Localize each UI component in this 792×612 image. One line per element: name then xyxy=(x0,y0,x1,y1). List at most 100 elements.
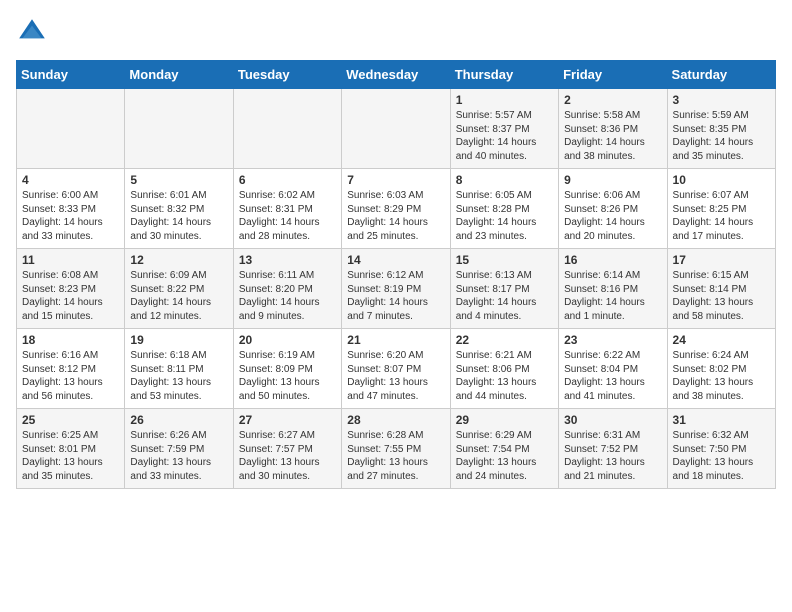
calendar-cell: 28 Sunrise: 6:28 AM Sunset: 7:55 PM Dayli… xyxy=(342,409,450,489)
calendar-cell xyxy=(233,89,341,169)
weekday-header-row: SundayMondayTuesdayWednesdayThursdayFrid… xyxy=(17,61,776,89)
calendar-cell: 1 Sunrise: 5:57 AM Sunset: 8:37 PM Daylig… xyxy=(450,89,558,169)
calendar-cell: 10 Sunrise: 6:07 AM Sunset: 8:25 PM Dayli… xyxy=(667,169,775,249)
cell-info-text: Sunrise: 6:28 AM Sunset: 7:55 PM Dayligh… xyxy=(347,429,444,483)
cell-info-text: Sunrise: 6:06 AM Sunset: 8:26 PM Dayligh… xyxy=(564,189,661,243)
calendar-cell: 7Sunrise: 6:03 AM Sunset: 8:29 PM Daylig… xyxy=(342,169,450,249)
calendar-cell: 30 Sunrise: 6:31 AM Sunset: 7:52 PM Dayli… xyxy=(559,409,667,489)
day-number: 13 xyxy=(239,253,336,267)
day-number: 28 xyxy=(347,413,444,427)
weekday-header-tuesday: Tuesday xyxy=(233,61,341,89)
cell-info-text: Sunrise: 6:09 AM Sunset: 8:22 PM Dayligh… xyxy=(130,269,227,323)
cell-info-text: Sunrise: 6:24 AM Sunset: 8:02 PM Dayligh… xyxy=(673,349,770,403)
calendar-cell: 24 Sunrise: 6:24 AM Sunset: 8:02 PM Dayli… xyxy=(667,329,775,409)
weekday-header-saturday: Saturday xyxy=(667,61,775,89)
day-number: 30 xyxy=(564,413,661,427)
calendar-cell: 14 Sunrise: 6:12 AM Sunset: 8:19 PM Dayli… xyxy=(342,249,450,329)
day-number: 6 xyxy=(239,173,336,187)
cell-info-text: Sunrise: 6:14 AM Sunset: 8:16 PM Dayligh… xyxy=(564,269,661,323)
logo-icon xyxy=(16,16,48,48)
calendar-cell: 15 Sunrise: 6:13 AM Sunset: 8:17 PM Dayli… xyxy=(450,249,558,329)
calendar-cell: 29Sunrise: 6:29 AM Sunset: 7:54 PM Dayli… xyxy=(450,409,558,489)
cell-info-text: Sunrise: 6:31 AM Sunset: 7:52 PM Dayligh… xyxy=(564,429,661,483)
day-number: 12 xyxy=(130,253,227,267)
calendar-cell: 25 Sunrise: 6:25 AM Sunset: 8:01 PM Dayli… xyxy=(17,409,125,489)
cell-info-text: Sunrise: 5:57 AM Sunset: 8:37 PM Dayligh… xyxy=(456,109,553,163)
week-row-4: 18Sunrise: 6:16 AM Sunset: 8:12 PM Dayli… xyxy=(17,329,776,409)
day-number: 9 xyxy=(564,173,661,187)
day-number: 20 xyxy=(239,333,336,347)
cell-info-text: Sunrise: 6:27 AM Sunset: 7:57 PM Dayligh… xyxy=(239,429,336,483)
day-number: 21 xyxy=(347,333,444,347)
day-number: 3 xyxy=(673,93,770,107)
calendar-cell: 8 Sunrise: 6:05 AM Sunset: 8:28 PM Daylig… xyxy=(450,169,558,249)
cell-info-text: Sunrise: 6:25 AM Sunset: 8:01 PM Dayligh… xyxy=(22,429,119,483)
logo xyxy=(16,16,52,48)
cell-info-text: Sunrise: 6:00 AM Sunset: 8:33 PM Dayligh… xyxy=(22,189,119,243)
calendar-cell: 26Sunrise: 6:26 AM Sunset: 7:59 PM Dayli… xyxy=(125,409,233,489)
calendar-cell: 13 Sunrise: 6:11 AM Sunset: 8:20 PM Dayli… xyxy=(233,249,341,329)
calendar-cell: 19Sunrise: 6:18 AM Sunset: 8:11 PM Dayli… xyxy=(125,329,233,409)
calendar-cell xyxy=(17,89,125,169)
page-header xyxy=(16,16,776,48)
day-number: 18 xyxy=(22,333,119,347)
calendar-cell: 22Sunrise: 6:21 AM Sunset: 8:06 PM Dayli… xyxy=(450,329,558,409)
cell-info-text: Sunrise: 6:07 AM Sunset: 8:25 PM Dayligh… xyxy=(673,189,770,243)
calendar-cell: 9 Sunrise: 6:06 AM Sunset: 8:26 PM Daylig… xyxy=(559,169,667,249)
cell-info-text: Sunrise: 6:01 AM Sunset: 8:32 PM Dayligh… xyxy=(130,189,227,243)
day-number: 23 xyxy=(564,333,661,347)
day-number: 31 xyxy=(673,413,770,427)
cell-info-text: Sunrise: 6:32 AM Sunset: 7:50 PM Dayligh… xyxy=(673,429,770,483)
weekday-header-friday: Friday xyxy=(559,61,667,89)
calendar-table: SundayMondayTuesdayWednesdayThursdayFrid… xyxy=(16,60,776,489)
cell-info-text: Sunrise: 6:19 AM Sunset: 8:09 PM Dayligh… xyxy=(239,349,336,403)
calendar-cell: 23 Sunrise: 6:22 AM Sunset: 8:04 PM Dayli… xyxy=(559,329,667,409)
calendar-cell: 6 Sunrise: 6:02 AM Sunset: 8:31 PM Daylig… xyxy=(233,169,341,249)
calendar-cell xyxy=(125,89,233,169)
day-number: 27 xyxy=(239,413,336,427)
day-number: 26 xyxy=(130,413,227,427)
day-number: 15 xyxy=(456,253,553,267)
day-number: 11 xyxy=(22,253,119,267)
day-number: 8 xyxy=(456,173,553,187)
calendar-cell: 16 Sunrise: 6:14 AM Sunset: 8:16 PM Dayli… xyxy=(559,249,667,329)
calendar-cell: 18Sunrise: 6:16 AM Sunset: 8:12 PM Dayli… xyxy=(17,329,125,409)
day-number: 4 xyxy=(22,173,119,187)
day-number: 25 xyxy=(22,413,119,427)
cell-info-text: Sunrise: 6:29 AM Sunset: 7:54 PM Dayligh… xyxy=(456,429,553,483)
day-number: 1 xyxy=(456,93,553,107)
cell-info-text: Sunrise: 6:18 AM Sunset: 8:11 PM Dayligh… xyxy=(130,349,227,403)
week-row-1: 1 Sunrise: 5:57 AM Sunset: 8:37 PM Daylig… xyxy=(17,89,776,169)
day-number: 14 xyxy=(347,253,444,267)
cell-info-text: Sunrise: 6:02 AM Sunset: 8:31 PM Dayligh… xyxy=(239,189,336,243)
day-number: 24 xyxy=(673,333,770,347)
cell-info-text: Sunrise: 6:11 AM Sunset: 8:20 PM Dayligh… xyxy=(239,269,336,323)
cell-info-text: Sunrise: 6:22 AM Sunset: 8:04 PM Dayligh… xyxy=(564,349,661,403)
day-number: 10 xyxy=(673,173,770,187)
day-number: 17 xyxy=(673,253,770,267)
week-row-3: 11 Sunrise: 6:08 AM Sunset: 8:23 PM Dayli… xyxy=(17,249,776,329)
calendar-cell: 27 Sunrise: 6:27 AM Sunset: 7:57 PM Dayli… xyxy=(233,409,341,489)
calendar-cell: 12 Sunrise: 6:09 AM Sunset: 8:22 PM Dayli… xyxy=(125,249,233,329)
week-row-5: 25 Sunrise: 6:25 AM Sunset: 8:01 PM Dayli… xyxy=(17,409,776,489)
cell-info-text: Sunrise: 6:05 AM Sunset: 8:28 PM Dayligh… xyxy=(456,189,553,243)
cell-info-text: Sunrise: 6:12 AM Sunset: 8:19 PM Dayligh… xyxy=(347,269,444,323)
calendar-cell: 11 Sunrise: 6:08 AM Sunset: 8:23 PM Dayli… xyxy=(17,249,125,329)
cell-info-text: Sunrise: 5:59 AM Sunset: 8:35 PM Dayligh… xyxy=(673,109,770,163)
cell-info-text: Sunrise: 6:21 AM Sunset: 8:06 PM Dayligh… xyxy=(456,349,553,403)
cell-info-text: Sunrise: 6:08 AM Sunset: 8:23 PM Dayligh… xyxy=(22,269,119,323)
calendar-cell: 4 Sunrise: 6:00 AM Sunset: 8:33 PM Daylig… xyxy=(17,169,125,249)
day-number: 7 xyxy=(347,173,444,187)
weekday-header-monday: Monday xyxy=(125,61,233,89)
day-number: 16 xyxy=(564,253,661,267)
weekday-header-sunday: Sunday xyxy=(17,61,125,89)
week-row-2: 4 Sunrise: 6:00 AM Sunset: 8:33 PM Daylig… xyxy=(17,169,776,249)
weekday-header-thursday: Thursday xyxy=(450,61,558,89)
cell-info-text: Sunrise: 6:13 AM Sunset: 8:17 PM Dayligh… xyxy=(456,269,553,323)
cell-info-text: Sunrise: 5:58 AM Sunset: 8:36 PM Dayligh… xyxy=(564,109,661,163)
cell-info-text: Sunrise: 6:20 AM Sunset: 8:07 PM Dayligh… xyxy=(347,349,444,403)
cell-info-text: Sunrise: 6:15 AM Sunset: 8:14 PM Dayligh… xyxy=(673,269,770,323)
calendar-cell: 3 Sunrise: 5:59 AM Sunset: 8:35 PM Daylig… xyxy=(667,89,775,169)
calendar-cell: 20 Sunrise: 6:19 AM Sunset: 8:09 PM Dayli… xyxy=(233,329,341,409)
calendar-cell: 21 Sunrise: 6:20 AM Sunset: 8:07 PM Dayli… xyxy=(342,329,450,409)
